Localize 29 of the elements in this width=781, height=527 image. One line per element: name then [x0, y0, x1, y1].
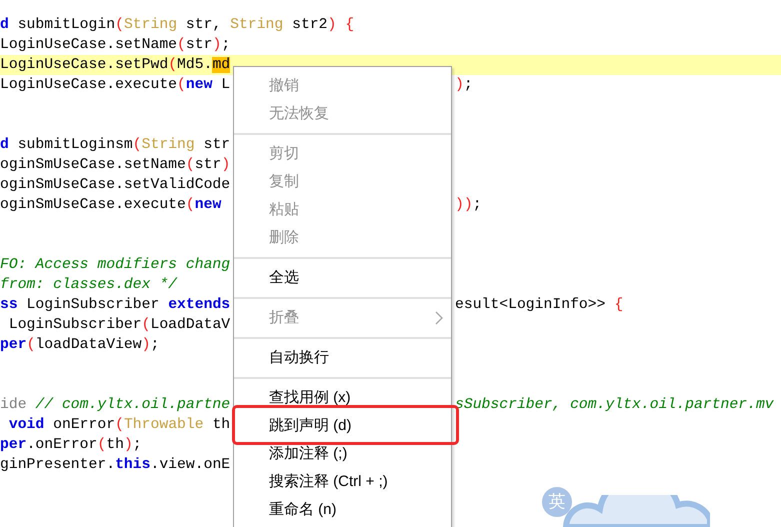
code-line: from: classes.dex */	[0, 276, 178, 295]
code-line: );	[455, 76, 473, 95]
code-line: LoginUseCase.setPwd(Md5.md	[0, 56, 232, 75]
language-indicator[interactable]: 英	[542, 487, 572, 517]
menu-item[interactable]: 全选	[234, 264, 451, 292]
code-line: ide // com.yltx.oil.partne	[0, 396, 232, 415]
code-line: oginSmUseCase.execute(new	[0, 196, 222, 215]
code-line: per(loadDataView);	[0, 336, 160, 355]
code-line: sSubscriber, com.yltx.oil.partner.mv	[455, 396, 774, 415]
menu-item[interactable]: 查找用例 (x)	[234, 384, 451, 412]
code-line: LoginUseCase.setName(str);	[0, 36, 232, 55]
code-line: void onError(Throwable th	[8, 416, 232, 435]
code-line: LoginSubscriber(LoadDataV	[8, 316, 232, 335]
code-line: ss LoginSubscriber extends	[0, 296, 232, 315]
code-line: oginSmUseCase.setName(str)	[0, 156, 232, 175]
code-line: oginSmUseCase.setValidCode	[0, 176, 232, 195]
code-line: ));	[455, 196, 482, 215]
menu-item[interactable]: 跳到声明 (d)	[234, 412, 451, 440]
code-line: d submitLogin(String str, String str2) {	[0, 16, 354, 35]
menu-item[interactable]: 添加注释 (;)	[234, 440, 451, 468]
code-line: per.onError(th);	[0, 436, 143, 455]
menu-item[interactable]: 自动换行	[234, 344, 451, 372]
code-line: ginPresenter.this.view.onE	[0, 456, 232, 475]
code-line: FO: Access modifiers chang	[0, 256, 232, 275]
code-line: d submitLoginsm(String str	[0, 136, 232, 155]
menu-item[interactable]: 搜索注释 (Ctrl + ;)	[234, 468, 451, 496]
code-line: LoginUseCase.execute(new L	[0, 76, 232, 95]
code-line: esult<LoginInfo>> {	[455, 296, 624, 315]
menu-item[interactable]: 重命名 (n)	[234, 496, 451, 524]
